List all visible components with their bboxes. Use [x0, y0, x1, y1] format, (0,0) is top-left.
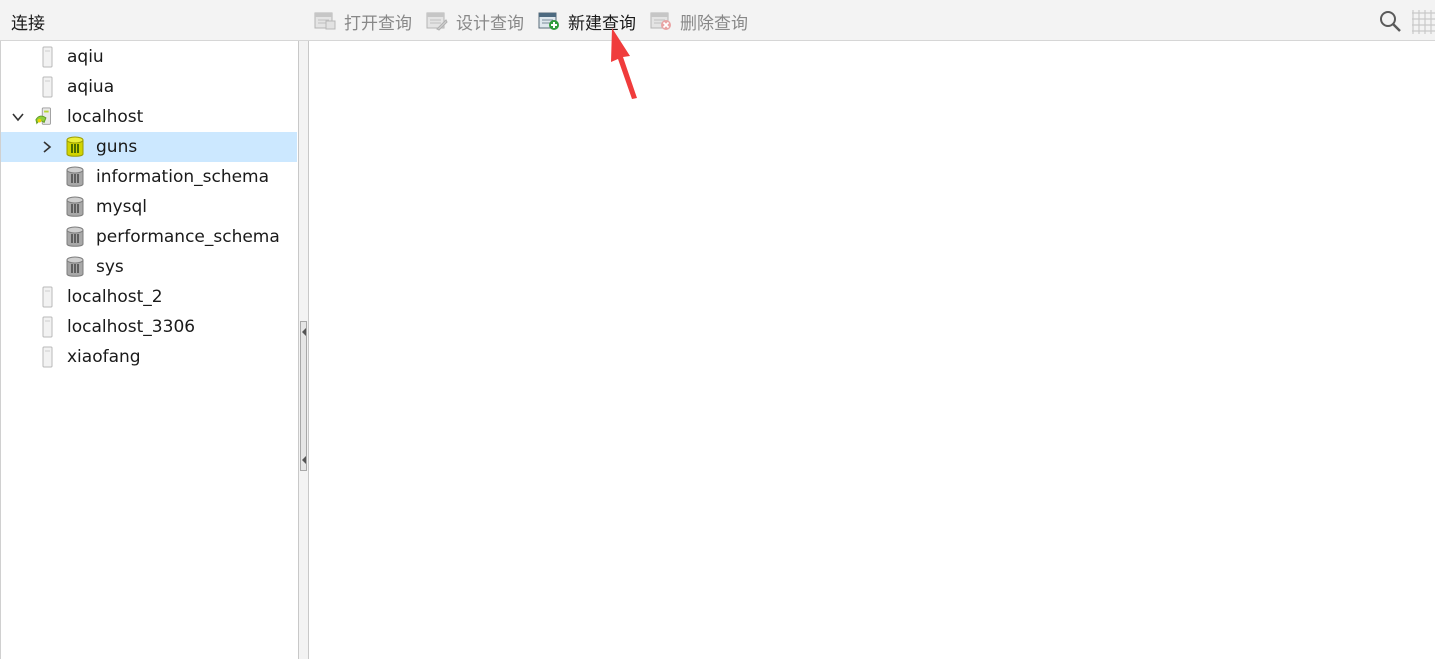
- server-closed-icon: [42, 286, 53, 308]
- tree-item-label: aqiua: [67, 77, 115, 97]
- database-inactive-icon: [66, 166, 84, 187]
- new-query-icon: [538, 12, 559, 30]
- tree-item-label: sys: [96, 257, 124, 277]
- design-query-icon: [426, 12, 448, 31]
- tree-item-aqiu[interactable]: aqiu: [1, 42, 297, 72]
- chevron-down-icon[interactable]: [11, 110, 25, 124]
- tree-item-label: localhost_2: [67, 287, 163, 307]
- annotation-arrow-icon: [611, 28, 637, 99]
- collapse-left-icon: [302, 328, 306, 336]
- tree-item-label: aqiu: [67, 47, 104, 67]
- database-inactive-icon: [66, 196, 84, 217]
- navicat-window: 连接 打开查询 设计查询 新建查询 删除查询 aqiu aqiua localh…: [0, 0, 1435, 659]
- tree-item-localhost-3306[interactable]: localhost_3306: [1, 312, 297, 342]
- query-toolbar: 打开查询 设计查询 新建查询 删除查询: [314, 7, 762, 35]
- tree-item-label: guns: [96, 137, 138, 157]
- open-query-icon: [314, 12, 336, 30]
- tree-item-label: mysql: [96, 197, 147, 217]
- tree-item-xiaofang[interactable]: xiaofang: [1, 342, 297, 372]
- database-inactive-icon: [66, 226, 84, 247]
- open-query-label: 打开查询: [344, 13, 412, 34]
- grid-view-icon[interactable]: [1409, 8, 1435, 34]
- server-closed-icon: [42, 316, 53, 338]
- database-inactive-icon: [66, 256, 84, 277]
- tree-item-mysql[interactable]: mysql: [1, 192, 297, 222]
- top-bar: 连接 打开查询 设计查询 新建查询 删除查询: [0, 0, 1435, 41]
- tree-item-localhost-2[interactable]: localhost_2: [1, 282, 297, 312]
- query-list-area[interactable]: [310, 41, 1435, 659]
- delete-query-button[interactable]: 删除查询: [650, 7, 748, 35]
- panel-splitter[interactable]: [299, 41, 309, 659]
- connections-panel-title: 连接: [11, 14, 45, 34]
- splitter-collapse-handle[interactable]: [300, 321, 307, 471]
- tree-item-information-schema[interactable]: information_schema: [1, 162, 297, 192]
- design-query-button[interactable]: 设计查询: [426, 7, 524, 35]
- database-active-icon: [66, 136, 84, 157]
- tree-item-label: xiaofang: [67, 347, 141, 367]
- tree-item-aqiua[interactable]: aqiua: [1, 72, 297, 102]
- tree-item-performance-schema[interactable]: performance_schema: [1, 222, 297, 252]
- delete-query-label: 删除查询: [680, 13, 748, 34]
- open-query-button[interactable]: 打开查询: [314, 7, 412, 35]
- tree-item-label: localhost: [67, 107, 144, 127]
- tree-item-sys[interactable]: sys: [1, 252, 297, 282]
- search-icon[interactable]: [1377, 8, 1403, 34]
- tree-item-label: performance_schema: [96, 227, 280, 247]
- server-closed-icon: [42, 46, 53, 68]
- design-query-label: 设计查询: [456, 13, 524, 34]
- delete-query-icon: [650, 12, 671, 30]
- tree-item-label: information_schema: [96, 167, 270, 187]
- toolbar-right-icons: [1371, 8, 1435, 34]
- tree-item-localhost[interactable]: localhost: [1, 102, 297, 132]
- connection-tree: aqiu aqiua localhost guns information_sc…: [0, 41, 299, 659]
- server-closed-icon: [42, 346, 53, 368]
- chevron-right-icon[interactable]: [40, 140, 54, 154]
- collapse-left-icon: [302, 456, 306, 464]
- tree-item-label: localhost_3306: [67, 317, 196, 337]
- server-closed-icon: [42, 76, 53, 98]
- tree-item-guns[interactable]: guns: [1, 132, 297, 162]
- server-open-icon: [35, 107, 51, 125]
